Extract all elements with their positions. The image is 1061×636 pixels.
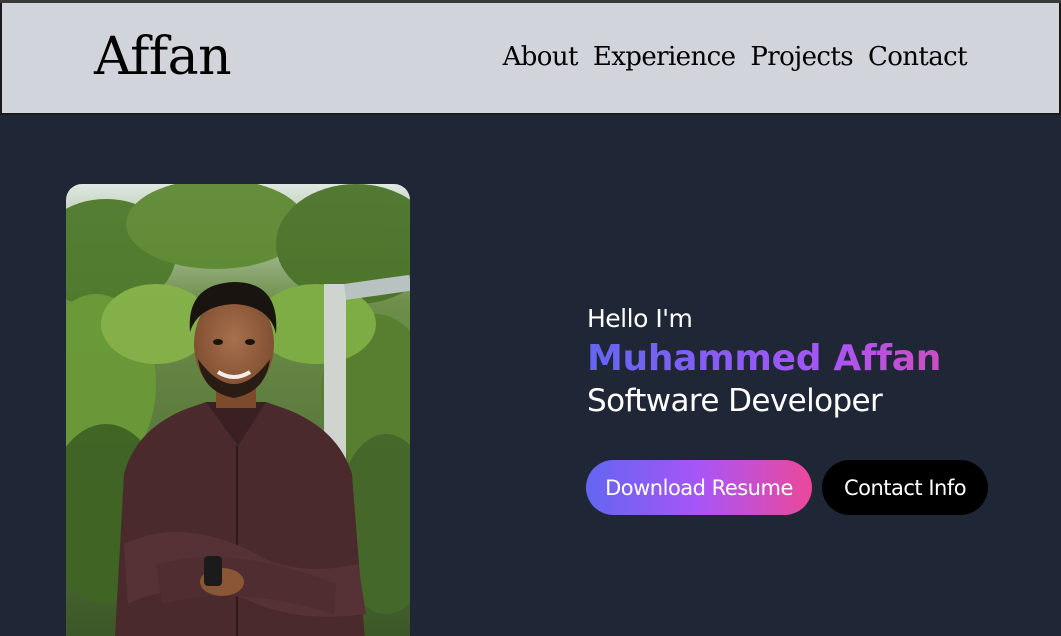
hero-name: Muhammed Affan bbox=[587, 337, 1027, 381]
profile-photo bbox=[66, 184, 410, 636]
navbar: Affan About Experience Projects Contact bbox=[0, 3, 1061, 115]
nav-link-contact[interactable]: Contact bbox=[868, 41, 968, 73]
page: Affan About Experience Projects Contact bbox=[0, 0, 1061, 636]
brand-logo[interactable]: Affan bbox=[94, 27, 232, 87]
hero-intro: Hello I'm Muhammed Affan Software Develo… bbox=[587, 303, 1027, 421]
nav-link-experience[interactable]: Experience bbox=[593, 41, 736, 73]
download-resume-button[interactable]: Download Resume bbox=[586, 460, 812, 515]
hero-actions: Download Resume Contact Info bbox=[586, 460, 988, 515]
contact-info-button[interactable]: Contact Info bbox=[822, 460, 988, 515]
main-nav: About Experience Projects Contact bbox=[488, 41, 968, 73]
nav-link-projects[interactable]: Projects bbox=[750, 41, 853, 73]
nav-link-about[interactable]: About bbox=[503, 41, 579, 73]
hero-role: Software Developer bbox=[587, 383, 883, 419]
greeting-text: Hello I'm bbox=[587, 304, 693, 333]
